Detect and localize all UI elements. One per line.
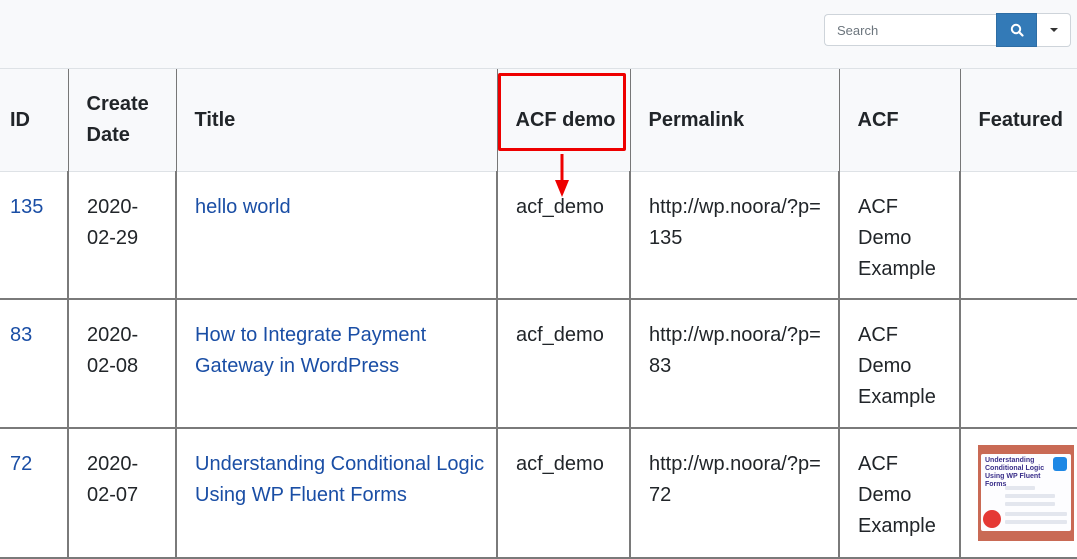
thumbnail-line	[1005, 493, 1055, 498]
cell-id: 83	[0, 298, 68, 429]
cell-acf: ACF Demo Example	[838, 427, 960, 559]
cell-permalink: http://wp.noora/?p=135	[629, 171, 839, 300]
table-row: 83 2020-02-08 How to Integrate Payment G…	[0, 298, 1077, 429]
search-input[interactable]	[824, 14, 996, 46]
cell-title: How to Integrate Payment Gateway in Word…	[175, 298, 497, 429]
fluent-forms-logo-icon	[983, 509, 1001, 528]
post-id-link[interactable]: 135	[10, 196, 43, 218]
post-id-link[interactable]: 83	[10, 324, 32, 346]
cell-acf: ACF Demo Example	[838, 171, 960, 300]
post-id-link[interactable]: 72	[10, 453, 32, 475]
cell-permalink: http://wp.noora/?p=83	[629, 298, 839, 429]
cell-title: Understanding Conditional Logic Using WP…	[175, 427, 497, 559]
column-header-featured[interactable]: Featured	[959, 68, 1077, 172]
cell-acf-demo: acf_demo	[496, 171, 630, 300]
cell-featured: Understanding Conditional Logic Using WP…	[959, 427, 1077, 559]
column-header-id[interactable]: ID	[0, 68, 68, 172]
column-header-acf[interactable]: ACF	[838, 68, 960, 172]
cell-create-date: 2020-02-08	[67, 298, 176, 429]
column-header-create-date[interactable]: Create Date	[67, 68, 176, 172]
cell-id: 135	[0, 171, 68, 300]
featured-image-thumbnail[interactable]: Understanding Conditional Logic Using WP…	[978, 444, 1074, 541]
table-row: 72 2020-02-07 Understanding Conditional …	[0, 427, 1077, 559]
post-title-link[interactable]: Understanding Conditional Logic Using WP…	[195, 453, 484, 506]
cell-title: hello world	[175, 171, 497, 300]
thumbnail-line	[1005, 511, 1067, 516]
search-options-dropdown[interactable]	[1037, 13, 1071, 47]
cell-permalink: http://wp.noora/?p=72	[629, 427, 839, 559]
thumbnail-card: Understanding Conditional Logic Using WP…	[981, 453, 1071, 531]
column-header-permalink[interactable]: Permalink	[629, 68, 839, 172]
thumbnail-title: Understanding Conditional Logic Using WP…	[985, 456, 1045, 488]
thumbnail-line	[1005, 485, 1035, 490]
thumbnail-line	[1005, 519, 1067, 524]
thumbnail-line	[1005, 501, 1055, 506]
search-group	[824, 13, 1071, 48]
form-icon	[1053, 456, 1067, 471]
cell-featured	[959, 298, 1077, 429]
search-icon	[1010, 23, 1024, 37]
posts-table: ID Create Date Title ACF demo Permalink …	[0, 68, 1077, 559]
cell-create-date: 2020-02-29	[67, 171, 176, 300]
caret-down-icon	[1049, 28, 1058, 32]
cell-id: 72	[0, 427, 68, 559]
search-button[interactable]	[996, 13, 1037, 47]
post-title-link[interactable]: How to Integrate Payment Gateway in Word…	[195, 324, 426, 377]
cell-acf-demo: acf_demo	[496, 427, 630, 559]
toolbar	[0, 0, 1077, 68]
table-header-row: ID Create Date Title ACF demo Permalink …	[0, 68, 1077, 172]
column-header-acf-demo[interactable]: ACF demo	[496, 68, 630, 172]
post-title-link[interactable]: hello world	[195, 196, 291, 218]
cell-acf: ACF Demo Example	[838, 298, 960, 429]
column-header-title[interactable]: Title	[175, 68, 497, 172]
cell-create-date: 2020-02-07	[67, 427, 176, 559]
table-row: 135 2020-02-29 hello world acf_demo http…	[0, 171, 1077, 300]
cell-featured	[959, 171, 1077, 300]
cell-acf-demo: acf_demo	[496, 298, 630, 429]
